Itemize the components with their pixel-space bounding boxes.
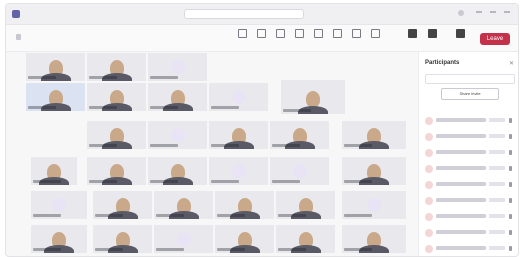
participant-avatar-tile[interactable] [154, 225, 213, 253]
participant-search-input[interactable] [425, 74, 515, 84]
minimize-icon[interactable] [476, 11, 482, 13]
participant-avatar-tile[interactable] [209, 83, 268, 111]
mic-button[interactable] [424, 29, 440, 47]
meeting-toolbar: Leave [6, 25, 518, 52]
share-invite-button[interactable]: Share invite [441, 88, 499, 100]
title-bar [6, 4, 518, 25]
participant-list-item[interactable] [425, 212, 515, 222]
participant-video-tile[interactable] [93, 225, 152, 253]
participant-video-tile[interactable] [342, 157, 406, 185]
participants-panel: Participants ✕ Share invite [418, 52, 518, 256]
notes-button[interactable] [329, 29, 345, 47]
avatar [425, 197, 433, 205]
camera-button[interactable] [404, 29, 420, 47]
avatar [425, 213, 433, 221]
microphone-icon [509, 166, 512, 171]
participant-avatar-tile[interactable] [31, 191, 87, 219]
view-icon [313, 29, 323, 38]
participant-video-tile[interactable] [31, 225, 87, 253]
avatar [425, 117, 433, 125]
share-screen-icon [455, 29, 465, 38]
participant-video-tile[interactable] [215, 225, 274, 253]
more-icon [370, 29, 380, 38]
panel-title: Participants [425, 60, 460, 66]
hand-icon [275, 29, 285, 38]
people-icon [256, 29, 266, 38]
apps-icon [351, 29, 361, 38]
participant-list-item[interactable] [425, 132, 515, 142]
more-button[interactable] [367, 29, 383, 47]
participant-video-tile[interactable] [87, 53, 146, 81]
participant-video-tile[interactable] [276, 225, 335, 253]
participant-video-tile[interactable] [93, 191, 152, 219]
participant-avatar-tile[interactable] [148, 53, 207, 81]
participant-list-item[interactable] [425, 180, 515, 190]
microphone-icon [509, 214, 512, 219]
participant-video-tile[interactable] [31, 157, 77, 185]
video-grid [26, 53, 418, 253]
microphone-icon [509, 182, 512, 187]
reactions-icon [294, 29, 304, 38]
more-options-icon[interactable] [458, 10, 464, 16]
shield-icon [16, 34, 21, 40]
participant-list-item[interactable] [425, 164, 515, 174]
participant-list-item[interactable] [425, 148, 515, 158]
in-meeting-header [425, 104, 513, 110]
participant-video-tile[interactable] [148, 83, 207, 111]
active-speaker-tile[interactable] [281, 80, 345, 114]
avatar [425, 181, 433, 189]
participant-avatar-tile[interactable] [342, 191, 406, 219]
participant-video-tile[interactable] [87, 121, 146, 149]
participant-list-item[interactable] [425, 196, 515, 206]
microphone-icon [509, 230, 512, 235]
leave-button[interactable]: Leave [480, 33, 510, 45]
participant-video-tile[interactable] [215, 191, 274, 219]
microphone-icon [509, 150, 512, 155]
participant-video-tile[interactable] [276, 191, 335, 219]
participant-video-tile[interactable] [342, 225, 406, 253]
close-icon[interactable]: ✕ [509, 60, 514, 67]
avatar [425, 165, 433, 173]
avatar [425, 133, 433, 141]
reactions-button[interactable] [291, 29, 307, 47]
raise-hand-button[interactable] [272, 29, 288, 47]
participant-list-item[interactable] [425, 116, 515, 126]
participant-video-tile[interactable] [26, 53, 85, 81]
share-button[interactable] [452, 29, 468, 47]
apps-button[interactable] [348, 29, 364, 47]
participant-video-tile[interactable] [342, 121, 406, 149]
participant-list-item[interactable] [425, 244, 515, 254]
participant-avatar-tile[interactable] [148, 121, 207, 149]
microphone-icon [509, 118, 512, 123]
microphone-icon [509, 134, 512, 139]
participant-video-tile[interactable] [154, 191, 213, 219]
participant-video-tile[interactable] [26, 83, 85, 111]
close-window-icon[interactable] [504, 11, 510, 13]
view-button[interactable] [310, 29, 326, 47]
participant-video-tile[interactable] [209, 121, 268, 149]
microphone-icon [509, 246, 512, 251]
teams-logo-icon [12, 10, 20, 18]
participant-avatar-tile[interactable] [270, 157, 329, 185]
camera-icon [407, 29, 417, 38]
participant-video-tile[interactable] [270, 121, 329, 149]
avatar [425, 229, 433, 237]
participant-video-tile[interactable] [87, 157, 146, 185]
notes-icon [332, 29, 342, 38]
avatar [425, 149, 433, 157]
chat-icon [237, 29, 247, 38]
people-button[interactable] [253, 29, 269, 47]
participant-video-tile[interactable] [148, 157, 207, 185]
teams-window: Leave Participants ✕ Share invite [5, 3, 519, 257]
participant-video-tile[interactable] [87, 83, 146, 111]
chat-button[interactable] [234, 29, 250, 47]
microphone-icon [427, 29, 437, 38]
participant-avatar-tile[interactable] [209, 157, 268, 185]
avatar [425, 245, 433, 253]
participant-list-item[interactable] [425, 228, 515, 238]
search-bar[interactable] [184, 9, 304, 19]
microphone-icon [509, 198, 512, 203]
maximize-icon[interactable] [490, 11, 496, 13]
